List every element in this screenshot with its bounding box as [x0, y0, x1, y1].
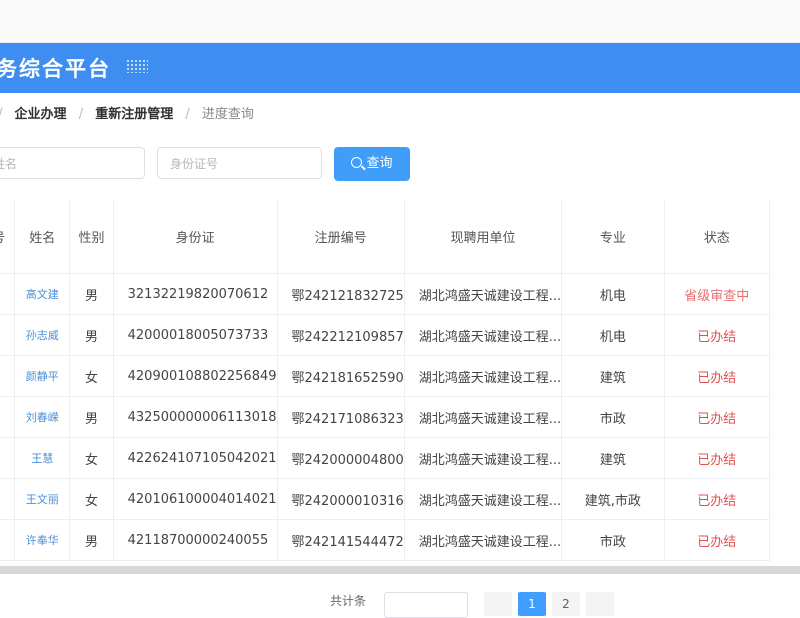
prev-page-button[interactable]	[484, 592, 512, 616]
cell-gender: 男	[69, 519, 114, 561]
cell-name[interactable]: 王文丽	[14, 478, 71, 520]
breadcrumb-item-reregister[interactable]: 重新注册管理	[95, 103, 173, 122]
table-row[interactable]: 2孙志威男42000018005073733鄂242212109857湖北鸿盛天…	[0, 314, 771, 356]
breadcrumb: / 企业办理 / 重新注册管理 / 进度查询	[0, 103, 254, 123]
cell-unit: 湖北鸿盛天诚建设工程...	[404, 273, 563, 315]
cell-gender: 女	[69, 355, 114, 397]
cell-id-number: 422624107105042021	[113, 437, 278, 479]
header-dot-pattern-icon	[126, 59, 148, 73]
cell-no: 5	[0, 437, 16, 479]
cell-reg-number: 鄂242121832725	[277, 273, 405, 315]
table-row[interactable]: 6王文丽女420106100004014021鄂242000010316湖北鸿盛…	[0, 478, 771, 520]
col-header-major: 专业	[561, 199, 665, 274]
breadcrumb-separator: /	[185, 107, 190, 122]
breadcrumb-item-enterprise[interactable]: 企业办理	[15, 103, 67, 122]
cell-name[interactable]: 许奉华	[14, 519, 71, 561]
table-row[interactable]: 5王慧女422624107105042021鄂242000004800湖北鸿盛天…	[0, 437, 771, 479]
results-table: 编号 姓名 性别 身份证 注册编号 现聘用单位 专业 状态 1高文建男32132…	[0, 199, 771, 561]
cell-no: 4	[0, 396, 16, 438]
pagination: 共计条 1 2	[0, 584, 800, 618]
app-title: 务综合平台	[0, 57, 111, 81]
col-header-reg: 注册编号	[277, 199, 405, 274]
col-header-id: 身份证	[113, 199, 278, 274]
breadcrumb-item-progress: 进度查询	[201, 107, 254, 122]
cell-major: 机电	[561, 314, 665, 356]
page-1-button[interactable]: 1	[518, 592, 546, 616]
app-header: 务综合平台	[0, 43, 800, 93]
cell-id-number: 420106100004014021	[113, 478, 278, 520]
cell-id-number: 420900108802256849	[113, 355, 278, 397]
cell-name[interactable]: 孙志威	[14, 314, 71, 356]
cell-gender: 女	[69, 437, 114, 479]
cell-name[interactable]: 刘春嵘	[14, 396, 71, 438]
cell-major: 建筑	[561, 437, 665, 479]
cell-unit: 湖北鸿盛天诚建设工程...	[404, 478, 563, 520]
col-header-no: 编号	[0, 199, 16, 274]
search-icon	[351, 157, 363, 168]
cell-unit: 湖北鸿盛天诚建设工程...	[404, 355, 563, 397]
cell-reg-number: 鄂242000004800	[277, 437, 405, 479]
cell-id-number: 42118700000240055	[113, 519, 278, 561]
cell-major: 建筑	[561, 355, 665, 397]
cell-id-number: 432500000006113018	[113, 396, 278, 438]
col-header-unit: 现聘用单位	[404, 199, 563, 274]
next-page-button[interactable]	[586, 592, 614, 616]
id-search-input[interactable]: 身份证号	[157, 147, 322, 179]
cell-gender: 男	[69, 314, 114, 356]
search-button[interactable]: 查询	[334, 147, 410, 181]
cell-gender: 男	[69, 396, 114, 438]
col-header-status: 状态	[664, 199, 771, 274]
cell-id-number: 32132219820070612	[113, 273, 278, 315]
name-search-input[interactable]: 姓名	[0, 147, 145, 179]
cell-no: 6	[0, 478, 16, 520]
cell-major: 机电	[561, 273, 665, 315]
col-header-gender: 性别	[69, 199, 114, 274]
breadcrumb-separator: /	[78, 107, 84, 122]
cell-gender: 女	[69, 478, 114, 520]
table-row[interactable]: 7许奉华男42118700000240055鄂242141544472湖北鸿盛天…	[0, 519, 771, 561]
cell-status: 已办结	[664, 478, 771, 520]
cell-reg-number: 鄂242181652590	[277, 355, 405, 397]
col-header-name: 姓名	[14, 199, 71, 274]
table-row[interactable]: 1高文建男32132219820070612鄂242121832725湖北鸿盛天…	[0, 273, 771, 315]
cell-name[interactable]: 王慧	[14, 437, 71, 479]
table-header-row: 编号 姓名 性别 身份证 注册编号 现聘用单位 专业 状态	[0, 199, 771, 274]
horizontal-scrollbar[interactable]	[0, 566, 800, 574]
cell-no: 3	[0, 355, 16, 397]
search-button-label: 查询	[366, 156, 393, 171]
cell-status: 已办结	[664, 519, 771, 561]
cell-reg-number: 鄂242171086323	[277, 396, 405, 438]
cell-unit: 湖北鸿盛天诚建设工程...	[404, 314, 563, 356]
cell-reg-number: 鄂242000010316	[277, 478, 405, 520]
cell-major: 建筑,市政	[561, 478, 665, 520]
cell-gender: 男	[69, 273, 114, 315]
cell-no: 2	[0, 314, 16, 356]
cell-unit: 湖北鸿盛天诚建设工程...	[404, 396, 563, 438]
breadcrumb-separator: /	[0, 107, 2, 122]
id-placeholder: 身份证号	[170, 157, 219, 171]
cell-status: 已办结	[664, 396, 771, 438]
pager-total: 共计条	[330, 594, 367, 608]
table-row[interactable]: 4刘春嵘男432500000006113018鄂242171086323湖北鸿盛…	[0, 396, 771, 438]
cell-unit: 湖北鸿盛天诚建设工程...	[404, 437, 563, 479]
cell-status: 已办结	[664, 355, 771, 397]
cell-id-number: 42000018005073733	[113, 314, 278, 356]
cell-status: 省级审查中	[664, 273, 771, 315]
browser-top-strip	[0, 0, 800, 43]
cell-unit: 湖北鸿盛天诚建设工程...	[404, 519, 563, 561]
page-size-select[interactable]	[384, 592, 468, 618]
cell-name[interactable]: 高文建	[14, 273, 71, 315]
page-2-button[interactable]: 2	[552, 592, 580, 616]
table-row[interactable]: 3颜静平女420900108802256849鄂242181652590湖北鸿盛…	[0, 355, 771, 397]
cell-name[interactable]: 颜静平	[14, 355, 71, 397]
cell-major: 市政	[561, 519, 665, 561]
cell-status: 已办结	[664, 314, 771, 356]
cell-no: 7	[0, 519, 16, 561]
cell-status: 已办结	[664, 437, 771, 479]
cell-reg-number: 鄂242212109857	[277, 314, 405, 356]
cell-reg-number: 鄂242141544472	[277, 519, 405, 561]
cell-major: 市政	[561, 396, 665, 438]
name-placeholder: 姓名	[0, 157, 18, 171]
cell-no: 1	[0, 273, 16, 315]
